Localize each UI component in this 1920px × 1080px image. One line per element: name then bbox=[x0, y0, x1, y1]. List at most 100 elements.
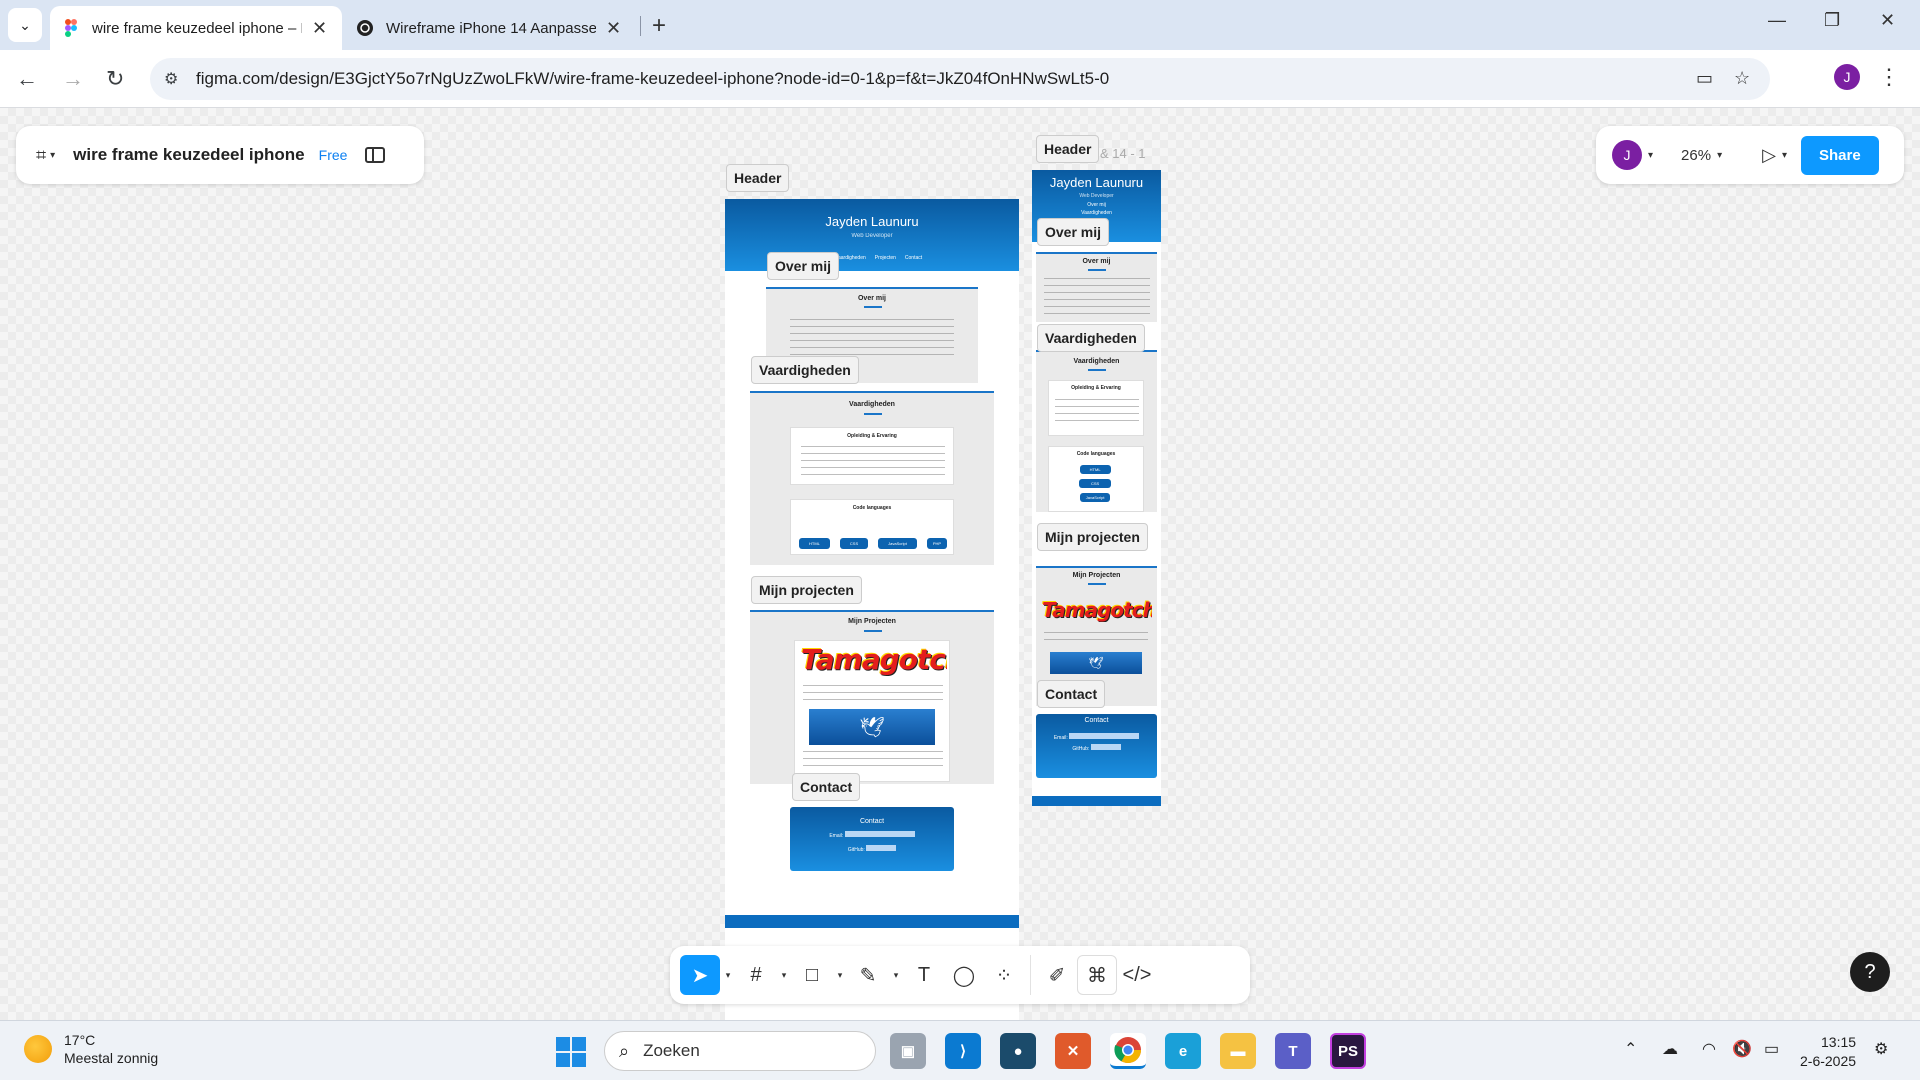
title-underline bbox=[864, 306, 882, 308]
chevron-down-icon[interactable]: ▾ bbox=[832, 970, 848, 981]
layer-label-about[interactable]: Over mij bbox=[767, 252, 840, 280]
notification-icon[interactable]: ⚙ bbox=[1874, 1039, 1888, 1059]
mobile-frame[interactable]: Jayden Launuru Web Developer Over mij Va… bbox=[1032, 170, 1161, 806]
chevron-down-icon[interactable]: ▾ bbox=[776, 970, 792, 981]
clock[interactable]: 13:15 2-6-2025 bbox=[1800, 1033, 1856, 1071]
url-text[interactable]: figma.com/design/E3GjctY5o7rNgUzZwoLFkW/… bbox=[196, 69, 1109, 89]
language-pill: PHP bbox=[926, 538, 948, 549]
move-tool-icon[interactable]: ➤ bbox=[680, 955, 720, 995]
draw-mode-icon[interactable]: ✐ bbox=[1037, 955, 1077, 995]
text-tool-icon[interactable]: T bbox=[904, 955, 944, 995]
layer-label-skills[interactable]: Vaardigheden bbox=[751, 356, 859, 384]
section-title: Over mij bbox=[1082, 258, 1111, 265]
search-icon: ⌕ bbox=[619, 1040, 630, 1061]
tab-search-button[interactable]: ⌄ bbox=[8, 8, 42, 42]
layer-label-header[interactable]: Header bbox=[1036, 135, 1100, 163]
onedrive-icon[interactable]: ☁ bbox=[1662, 1039, 1678, 1059]
wifi-icon[interactable]: ◠ bbox=[1702, 1039, 1716, 1059]
user-avatar[interactable]: J bbox=[1612, 140, 1642, 170]
figma-menu-icon[interactable]: ⌗ bbox=[36, 145, 46, 166]
figma-canvas[interactable]: ⌗ ▾ wire frame keuzedeel iphone Free J ▾ 2… bbox=[0, 108, 1920, 1037]
minimize-icon[interactable]: — bbox=[1768, 10, 1786, 31]
phpstorm-icon[interactable]: PS bbox=[1330, 1033, 1366, 1069]
design-mode-icon[interactable]: ⌘ bbox=[1077, 955, 1117, 995]
app-icon[interactable]: ● bbox=[1000, 1033, 1036, 1069]
restore-icon[interactable]: ❐ bbox=[1824, 10, 1840, 31]
file-name[interactable]: wire frame keuzedeel iphone bbox=[73, 145, 304, 165]
nav-link[interactable]: Vaardigheden bbox=[835, 255, 866, 261]
clipboard-icon[interactable]: ▭ bbox=[1696, 68, 1713, 89]
date: 2-6-2025 bbox=[1800, 1053, 1857, 1069]
nav-link[interactable]: Over mij bbox=[1032, 202, 1161, 208]
zoom-level[interactable]: 26% bbox=[1681, 147, 1711, 164]
forward-icon[interactable]: → bbox=[62, 66, 84, 92]
tab-wireframe[interactable]: Wireframe iPhone 14 Aanpassen ✕ bbox=[344, 6, 636, 50]
actions-icon[interactable]: ⁘ bbox=[984, 955, 1024, 995]
edge-icon[interactable]: e bbox=[1165, 1033, 1201, 1069]
layer-label-about[interactable]: Over mij bbox=[1037, 218, 1110, 246]
battery-icon[interactable]: ▭ bbox=[1764, 1039, 1779, 1059]
chevron-down-icon[interactable]: ▾ bbox=[1717, 150, 1722, 161]
chevron-down-icon[interactable]: ▾ bbox=[1648, 150, 1653, 161]
weather-sun-icon bbox=[24, 1035, 52, 1063]
chevron-down-icon[interactable]: ▾ bbox=[1782, 150, 1787, 161]
close-icon[interactable]: ✕ bbox=[312, 18, 327, 39]
new-tab-button[interactable]: + bbox=[652, 12, 666, 40]
nav-link[interactable]: Contact bbox=[905, 255, 922, 261]
site-settings-icon[interactable]: ⚙ bbox=[164, 69, 184, 89]
comment-tool-icon[interactable]: ◯ bbox=[944, 955, 984, 995]
rectangle-tool-icon[interactable]: □ bbox=[792, 955, 832, 995]
task-view-icon[interactable]: ▣ bbox=[890, 1033, 926, 1069]
chrome-icon[interactable] bbox=[1110, 1033, 1146, 1069]
email-redacted bbox=[1069, 733, 1140, 739]
section-title: Mijn Projecten bbox=[1072, 572, 1121, 579]
chevron-down-icon[interactable]: ▾ bbox=[720, 970, 736, 981]
layer-label-contact[interactable]: Contact bbox=[1037, 680, 1106, 708]
close-icon[interactable]: ✕ bbox=[606, 18, 621, 39]
dev-mode-icon[interactable]: </> bbox=[1117, 955, 1157, 995]
windows-start-icon[interactable] bbox=[556, 1037, 586, 1067]
profile-avatar[interactable]: J bbox=[1834, 64, 1860, 90]
close-window-icon[interactable]: ✕ bbox=[1880, 10, 1895, 31]
projects-section: Mijn Projecten Tamagotchi! 🕊 bbox=[750, 610, 994, 784]
title-underline bbox=[1088, 369, 1106, 371]
pen-tool-icon[interactable]: ✎ bbox=[848, 955, 888, 995]
more-menu-icon[interactable]: ⋮ bbox=[1878, 64, 1900, 90]
project-card: Tamagotchi! 🕊 bbox=[794, 640, 950, 782]
weather-widget[interactable]: 17°C Meestal zonnig bbox=[24, 1031, 158, 1067]
taskbar-search[interactable]: ⌕ Zoeken bbox=[604, 1031, 876, 1071]
layer-label-skills[interactable]: Vaardigheden bbox=[1037, 324, 1145, 352]
xampp-icon[interactable]: ✕ bbox=[1055, 1033, 1091, 1069]
volume-muted-icon[interactable]: 🔇 bbox=[1732, 1039, 1752, 1059]
contact-label: Email: bbox=[1053, 735, 1068, 741]
github-redacted bbox=[1090, 744, 1121, 750]
back-icon[interactable]: ← bbox=[16, 66, 38, 92]
omnibox[interactable]: ⚙ figma.com/design/E3GjctY5o7rNgUzZwoLFk… bbox=[150, 58, 1770, 100]
nav-link[interactable]: Vaardigheden bbox=[1032, 210, 1161, 216]
skills-section: Vaardigheden Opleiding & Ervaring Code l… bbox=[1036, 350, 1157, 512]
file-explorer-icon[interactable]: ▬ bbox=[1220, 1033, 1256, 1069]
layer-label-projects[interactable]: Mijn projecten bbox=[751, 576, 862, 604]
tab-title: Wireframe iPhone 14 Aanpassen bbox=[386, 19, 596, 37]
teams-icon[interactable]: T bbox=[1275, 1033, 1311, 1069]
frame-name-label[interactable]: & 14 - 1 bbox=[1100, 146, 1146, 161]
nav-link[interactable]: Projecten bbox=[875, 255, 896, 261]
help-button[interactable]: ? bbox=[1850, 952, 1890, 992]
bookmark-star-icon[interactable]: ☆ bbox=[1734, 68, 1750, 89]
layer-label-projects[interactable]: Mijn projecten bbox=[1037, 523, 1148, 551]
frame-tool-icon[interactable]: # bbox=[736, 955, 776, 995]
chevron-down-icon[interactable]: ▾ bbox=[888, 970, 904, 981]
reload-icon[interactable]: ↻ bbox=[106, 66, 124, 92]
vscode-icon[interactable]: ⟩ bbox=[945, 1033, 981, 1069]
share-button[interactable]: Share bbox=[1800, 135, 1879, 175]
tab-figma[interactable]: wire frame keuzedeel iphone – Figma ✕ bbox=[50, 6, 342, 50]
about-text bbox=[1044, 278, 1150, 318]
chevron-down-icon[interactable]: ▾ bbox=[50, 150, 55, 161]
chevron-up-icon[interactable]: ⌃ bbox=[1624, 1039, 1637, 1059]
layer-label-contact[interactable]: Contact bbox=[792, 773, 861, 801]
desktop-frame[interactable]: Jayden Launuru Web Developer Vaardighede… bbox=[725, 199, 1019, 1037]
contact-label: Email: bbox=[829, 833, 844, 839]
layer-label-header[interactable]: Header bbox=[726, 164, 790, 192]
sidebar-toggle-icon[interactable] bbox=[365, 147, 386, 163]
present-icon[interactable]: ▷ bbox=[1762, 145, 1776, 166]
